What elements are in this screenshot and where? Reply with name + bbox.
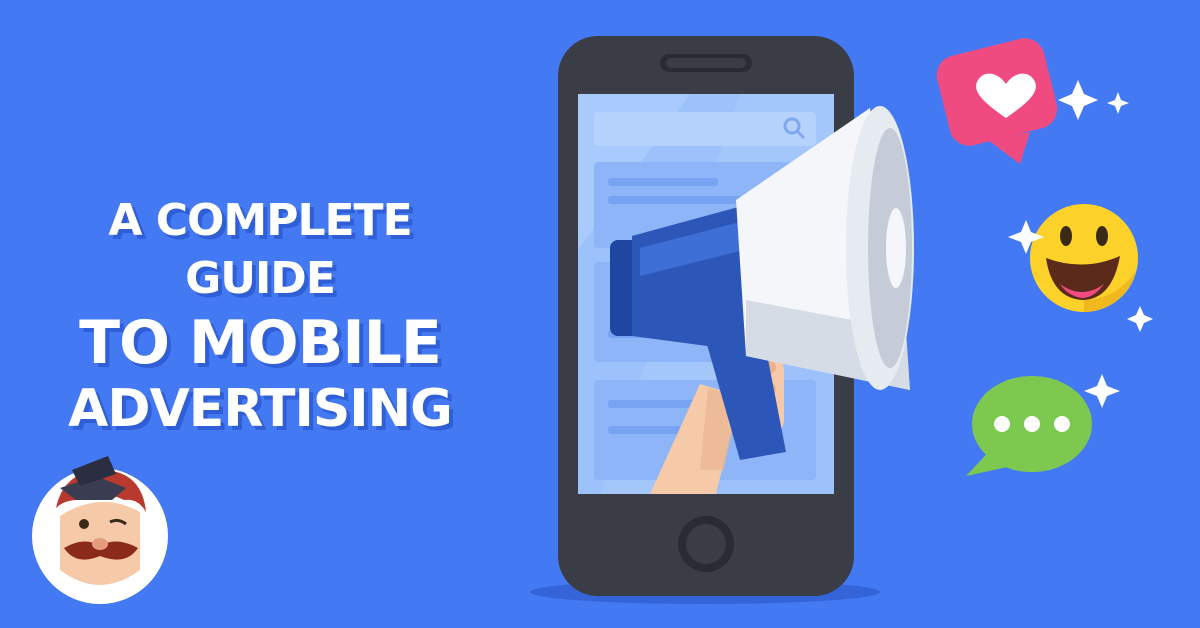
search-bar	[594, 112, 816, 146]
mascot-logo	[32, 456, 168, 604]
smiley-emoji-icon	[1030, 204, 1138, 312]
illustration	[32, 36, 1153, 604]
chat-bubble-icon	[966, 376, 1092, 476]
banner: A COMPLETE GUIDE TO MOBILE ADVERTISING	[0, 0, 1200, 628]
heart-bubble	[936, 38, 1058, 164]
